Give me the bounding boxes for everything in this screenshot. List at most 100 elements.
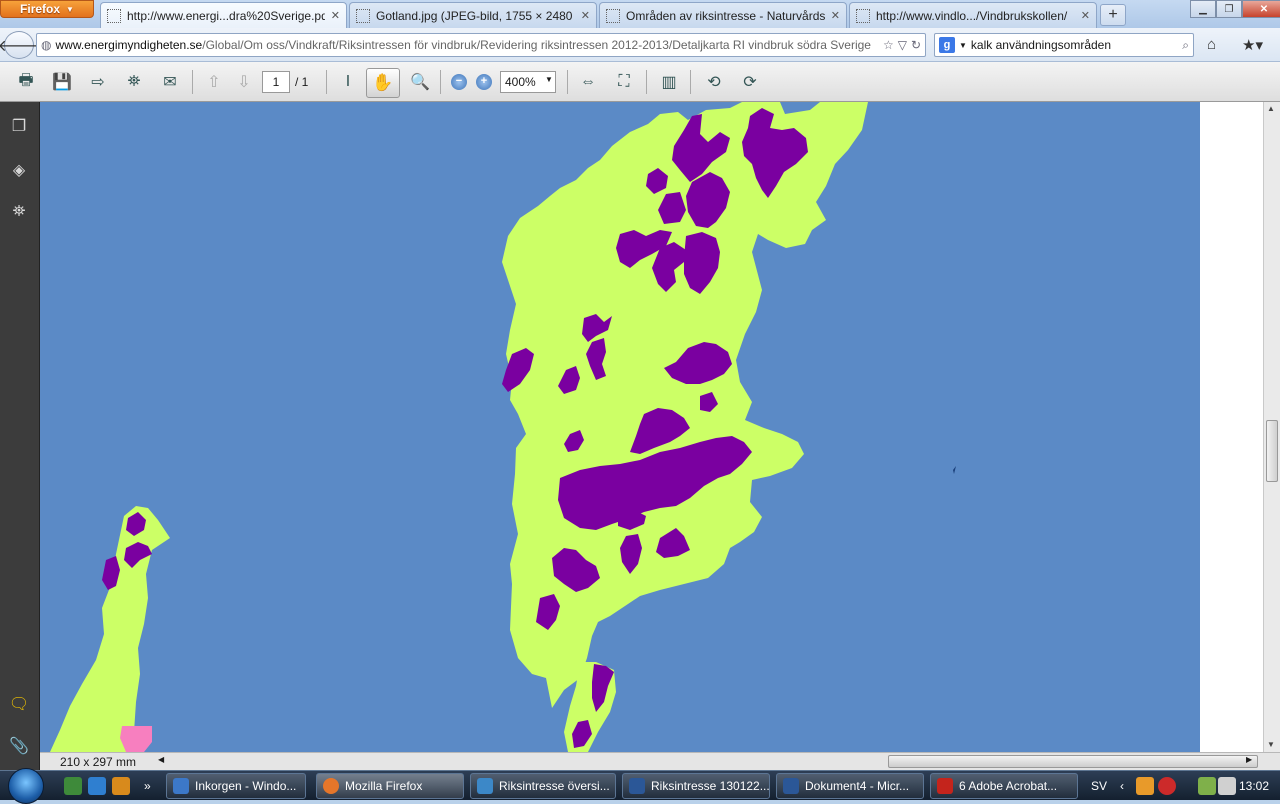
quicklaunch-media-icon[interactable] — [112, 777, 130, 795]
tray-app-icon[interactable] — [1136, 777, 1154, 795]
page-icon — [606, 8, 620, 23]
scroll-up-icon[interactable]: ▲ — [1267, 104, 1275, 113]
quicklaunch-more-icon[interactable]: » — [144, 779, 151, 793]
zoom-out-icon[interactable]: − — [451, 74, 467, 90]
separator — [440, 70, 441, 94]
history-dropdown-icon[interactable]: ▽ — [898, 38, 907, 52]
map-page — [40, 102, 1200, 752]
taskbar-item-acrobat-group[interactable]: 6 Adobe Acrobat... — [930, 773, 1078, 799]
search-bar[interactable]: g ▼ kalk användningsområden ⌕ — [934, 33, 1194, 57]
previous-page-icon[interactable]: ⇧ — [202, 70, 226, 94]
url-path: /Global/Om oss/Vindkraft/Riksintressen f… — [202, 38, 871, 52]
tab-label: http://www.vindlo.../Vindbrukskollen/ — [876, 8, 1068, 23]
find-binoculars-icon[interactable]: ⛯ — [7, 200, 31, 224]
search-input[interactable]: kalk användningsområden — [971, 38, 1178, 52]
taskbar-item-word-dokument4[interactable]: Dokument4 - Micr... — [776, 773, 924, 799]
separator — [567, 70, 568, 94]
firefox-menu-button[interactable]: Firefox ▼ — [0, 0, 94, 18]
tray-security-icon[interactable] — [1158, 777, 1176, 795]
url-bar[interactable]: ◍ www.energimyndigheten.se/Global/Om oss… — [36, 33, 926, 57]
fit-width-icon[interactable]: ⇔ — [576, 70, 600, 94]
vertical-scrollbar[interactable]: ▲ ▼ — [1263, 102, 1280, 752]
separator — [326, 70, 327, 94]
globe-icon: ◍ — [41, 38, 52, 52]
rotate-ccw-icon[interactable]: ⟲ — [702, 70, 726, 94]
hand-tool-button[interactable]: ✋ — [366, 68, 400, 98]
zoom-in-icon[interactable]: + — [476, 74, 492, 90]
bookmark-star-icon[interactable]: ☆ — [883, 38, 894, 52]
taskbar-item-label: Inkorgen - Windo... — [195, 779, 297, 793]
home-icon[interactable]: ⌂ — [1207, 36, 1216, 53]
url-host: www.energimyndigheten.se — [55, 38, 203, 52]
pdf-toolbar: 🖶 💾 ⇨ ⛯ ✉ ⇧ ⇩ 1 / 1 I ✋ 🔍 − + 400% ▼ ⇔ ⛶… — [0, 62, 1280, 102]
bookmarks-menu-icon[interactable]: ★▾ — [1242, 36, 1263, 54]
taskbar-item-riksintresse-oversikt[interactable]: Riksintresse översi... — [470, 773, 616, 799]
save-icon[interactable]: 💾 — [50, 70, 74, 94]
pdf-status-bar: 210 x 297 mm ◀ ▶ — [40, 752, 1280, 770]
attachments-paperclip-icon[interactable]: 📎 — [7, 734, 31, 758]
taskbar-item-word-riksintresse[interactable]: Riksintresse 130122... — [622, 773, 770, 799]
comments-icon[interactable]: 🗨 — [7, 692, 31, 716]
tab-naturvardsverket[interactable]: Områden av riksintresse - Naturvårds... … — [599, 2, 847, 28]
minimize-button[interactable]: ▁ — [1190, 0, 1216, 18]
taskbar-item-firefox[interactable]: Mozilla Firefox — [316, 773, 464, 799]
fit-page-icon[interactable]: ⛶ — [612, 70, 636, 94]
pages-icon[interactable]: ❐ — [7, 114, 31, 138]
scrollbar-thumb[interactable] — [1266, 420, 1278, 482]
quicklaunch-ie-icon[interactable] — [88, 777, 106, 795]
taskbar-item-label: Dokument4 - Micr... — [805, 779, 910, 793]
taskbar-item-label: 6 Adobe Acrobat... — [959, 779, 1058, 793]
pdf-document-view[interactable] — [40, 102, 1263, 752]
marquee-zoom-icon[interactable]: 🔍 — [408, 70, 432, 94]
horizontal-scrollbar[interactable]: ◀ ▶ — [158, 755, 1258, 768]
select-text-icon[interactable]: I — [336, 70, 360, 94]
tab-gotland-jpg[interactable]: Gotland.jpg (JPEG-bild, 1755 × 2480 p...… — [349, 2, 597, 28]
back-button[interactable]: 🡐 — [0, 31, 40, 59]
clock[interactable]: 13:02 — [1239, 779, 1269, 793]
tab-label: Gotland.jpg (JPEG-bild, 1755 × 2480 p... — [376, 8, 575, 23]
print-icon[interactable]: 🖶 — [14, 70, 38, 94]
page-number-input[interactable]: 1 — [262, 71, 290, 93]
page-size: 210 x 297 mm — [60, 755, 137, 769]
email-icon[interactable]: ✉ — [158, 70, 182, 94]
chevron-down-icon[interactable]: ▼ — [545, 75, 553, 84]
search-icon[interactable]: ⌕ — [1182, 38, 1189, 53]
tab-vindbrukskollen[interactable]: http://www.vindlo.../Vindbrukskollen/ ✕ — [849, 2, 1097, 28]
close-icon[interactable]: ✕ — [331, 9, 340, 22]
firefox-icon — [323, 778, 339, 794]
tab-strip: Firefox ▼ http://www.energi...dra%20Sver… — [0, 0, 1280, 28]
close-icon[interactable]: ✕ — [581, 9, 590, 22]
outlook-icon — [173, 778, 189, 794]
quicklaunch-rss-icon[interactable] — [64, 777, 82, 795]
next-page-icon[interactable]: ⇩ — [232, 70, 256, 94]
new-tab-button[interactable]: + — [1100, 4, 1126, 26]
language-indicator[interactable]: SV — [1091, 779, 1107, 793]
find-binoculars-icon[interactable]: ⛯ — [122, 70, 146, 94]
scroll-down-icon[interactable]: ▼ — [1267, 740, 1275, 749]
scroll-left-icon[interactable]: ◀ — [158, 755, 164, 764]
maximize-button[interactable]: ❐ — [1216, 0, 1242, 18]
reload-icon[interactable]: ↻ — [911, 38, 921, 52]
google-icon[interactable]: g — [939, 37, 955, 53]
word-icon — [783, 778, 799, 794]
scrollbar-thumb[interactable] — [888, 755, 1258, 768]
reading-mode-icon[interactable]: ▥ — [657, 70, 681, 94]
tab-pdf[interactable]: http://www.energi...dra%20Sverige.pdf ✕ — [100, 2, 347, 28]
start-button[interactable] — [8, 768, 44, 804]
page-edge — [1200, 102, 1263, 752]
rotate-cw-icon[interactable]: ⟳ — [738, 70, 762, 94]
scroll-right-icon[interactable]: ▶ — [1246, 755, 1252, 764]
page-icon — [856, 8, 870, 23]
share-icon[interactable]: ⇨ — [86, 70, 110, 94]
chevron-down-icon[interactable]: ▼ — [959, 41, 967, 50]
tray-volume-icon[interactable] — [1218, 777, 1236, 795]
layers-icon[interactable]: ◈ — [7, 158, 31, 182]
tray-network-icon[interactable] — [1198, 777, 1216, 795]
url-text[interactable]: www.energimyndigheten.se/Global/Om oss/V… — [55, 38, 878, 52]
window-close-button[interactable]: ✕ — [1242, 0, 1280, 18]
close-icon[interactable]: ✕ — [1081, 9, 1090, 22]
taskbar-item-outlook[interactable]: Inkorgen - Windo... — [166, 773, 306, 799]
tray-expand-icon[interactable]: ‹ — [1120, 779, 1124, 793]
close-icon[interactable]: ✕ — [831, 9, 840, 22]
separator — [690, 70, 691, 94]
